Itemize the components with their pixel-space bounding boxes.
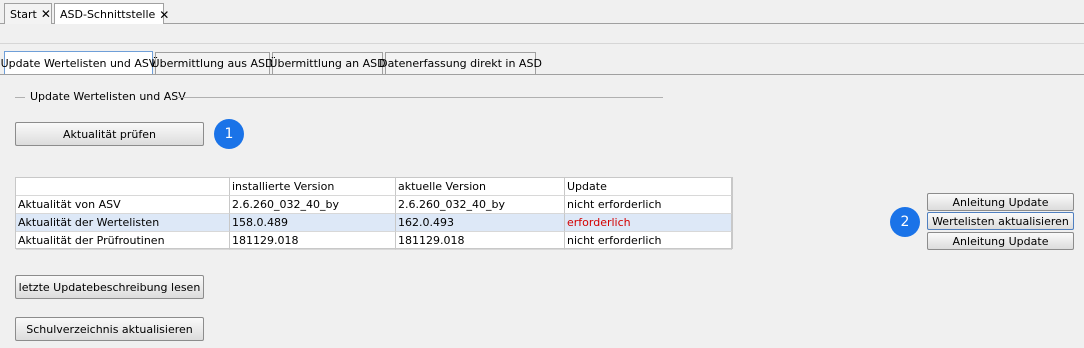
- table-cell: 158.0.489: [230, 214, 396, 232]
- group-title: Update Wertelisten und ASV: [30, 90, 186, 103]
- tab-datenerfassung-asd[interactable]: Datenerfassung direkt in ASD: [379, 52, 542, 74]
- doc-tab-start[interactable]: Start ✕: [4, 3, 52, 24]
- close-icon[interactable]: ✕: [159, 9, 169, 21]
- tab-label: Update Wertelisten und ASV: [0, 57, 157, 70]
- update-value-lists-button[interactable]: Wertelisten aktualisieren: [927, 212, 1074, 230]
- read-update-description-button[interactable]: letzte Updatebeschreibung lesen: [15, 275, 204, 299]
- doc-tab-asd-label: ASD-Schnittstelle: [60, 8, 156, 21]
- tab-label: Übermittlung an ASD: [269, 57, 386, 70]
- table-row[interactable]: Aktualität von ASV 2.6.260_032_40_by 2.6…: [16, 196, 732, 214]
- table-cell: 181129.018: [396, 232, 565, 250]
- table-cell: Aktualität der Prüfroutinen: [16, 232, 230, 250]
- update-instructions-button[interactable]: Anleitung Update: [927, 193, 1074, 211]
- table-cell: 2.6.260_032_40_by: [396, 196, 565, 214]
- table-cell: 2.6.260_032_40_by: [230, 196, 396, 214]
- tab-label: Übermittlung aus ASD: [151, 57, 274, 70]
- table-cell: 162.0.493: [396, 214, 565, 232]
- table-row[interactable]: Aktualität der Prüfroutinen 181129.018 1…: [16, 232, 732, 250]
- tab-label: Datenerfassung direkt in ASD: [379, 57, 542, 70]
- table-row[interactable]: Aktualität der Wertelisten 158.0.489 162…: [16, 214, 732, 232]
- table-cell-required: erforderlich: [565, 214, 732, 232]
- table-header-cell[interactable]: aktuelle Version: [396, 178, 565, 196]
- update-instructions-button[interactable]: Anleitung Update: [927, 232, 1074, 250]
- table-header-cell[interactable]: installierte Version: [230, 178, 396, 196]
- table-cell: Aktualität der Wertelisten: [16, 214, 230, 232]
- group-border: [15, 97, 25, 98]
- check-update-button[interactable]: Aktualität prüfen: [15, 122, 204, 146]
- table-cell: 181129.018: [230, 232, 396, 250]
- table-cell: nicht erforderlich: [565, 196, 732, 214]
- toolbar-area: [0, 24, 1084, 44]
- version-table: installierte Version aktuelle Version Up…: [15, 177, 733, 250]
- table-cell: nicht erforderlich: [565, 232, 732, 250]
- table-header-cell: [16, 178, 230, 196]
- table-header-cell[interactable]: Update: [565, 178, 732, 196]
- step-badge-2: 2: [890, 207, 920, 237]
- close-icon[interactable]: ✕: [41, 8, 51, 20]
- step-badge-1: 1: [214, 119, 244, 149]
- table-header-row: installierte Version aktuelle Version Up…: [16, 178, 732, 196]
- tab-uebermittlung-aus-asd[interactable]: Übermittlung aus ASD: [152, 52, 273, 74]
- doc-tab-asd-schnittstelle[interactable]: ASD-Schnittstelle ✕: [54, 3, 169, 25]
- table-cell: Aktualität von ASV: [16, 196, 230, 214]
- tab-uebermittlung-an-asd[interactable]: Übermittlung an ASD: [269, 52, 386, 74]
- tab-update-wertelisten[interactable]: Update Wertelisten und ASV: [1, 51, 156, 75]
- doc-tab-start-label: Start: [10, 7, 37, 21]
- update-school-directory-button[interactable]: Schulverzeichnis aktualisieren: [15, 317, 204, 341]
- group-border: [177, 97, 663, 98]
